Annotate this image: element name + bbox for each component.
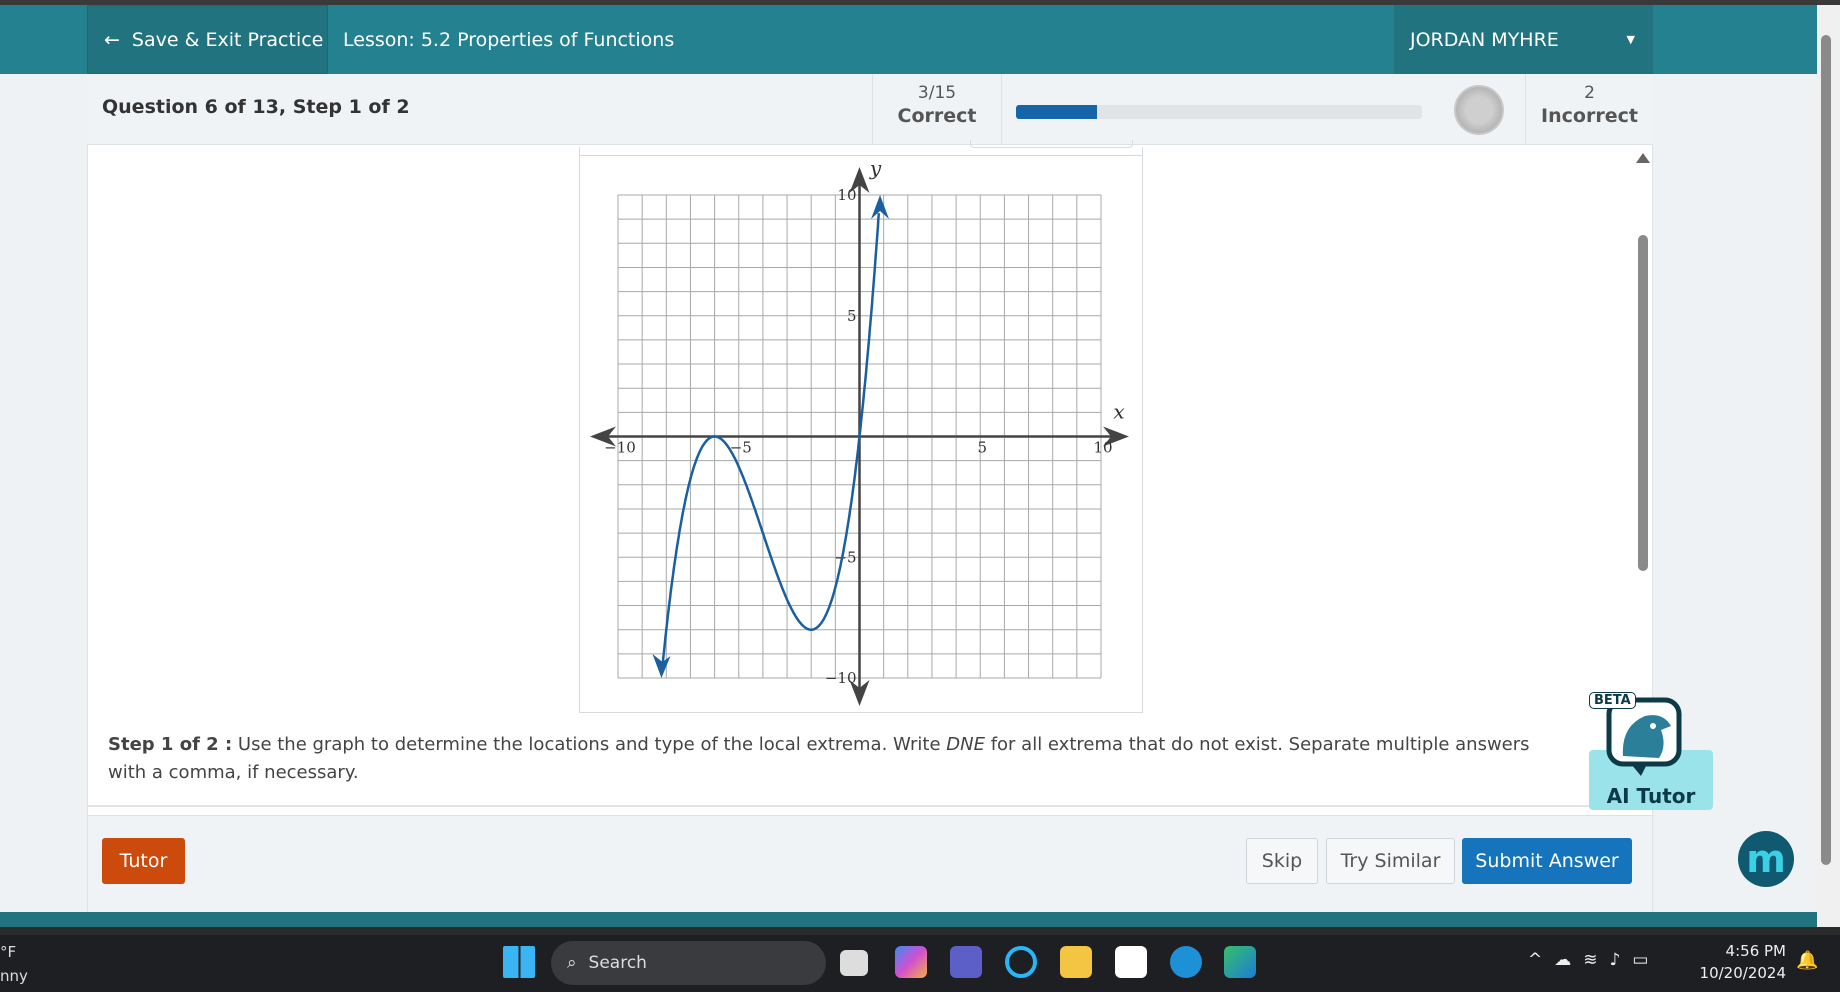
medal-icon: [1454, 85, 1504, 135]
submit-answer-button[interactable]: Submit Answer: [1462, 838, 1632, 884]
battery-icon: ▭: [1632, 950, 1661, 970]
caret-down-icon: ▼: [1626, 33, 1635, 46]
copilot-icon[interactable]: [895, 946, 927, 978]
onedrive-icon: ☁: [1554, 950, 1584, 970]
beta-badge: BETA: [1589, 692, 1636, 709]
dne-term: DNE: [946, 734, 985, 755]
y-tick-label: −10: [825, 669, 857, 687]
save-exit-button[interactable]: ← Save & Exit Practice: [87, 5, 328, 74]
incorrect-score: 2 Incorrect: [1525, 74, 1653, 144]
chevron-up-icon: ^: [1528, 950, 1555, 970]
search-icon: ⌕: [567, 953, 577, 973]
x-axis-label: x: [1113, 400, 1124, 424]
skip-button[interactable]: Skip: [1246, 838, 1318, 884]
date: 10/20/2024: [1699, 964, 1786, 982]
y-tick-label: 5: [847, 307, 857, 325]
tutor-button[interactable]: Tutor: [102, 838, 185, 884]
y-tick-label: −5: [834, 548, 856, 566]
function-graph: −10 −5 5 10105−5−10xy: [590, 156, 1129, 706]
question-counter: Question 6 of 13, Step 1 of 2: [102, 96, 410, 118]
search-label: Search: [588, 953, 647, 973]
weather-condition: nny: [0, 967, 28, 985]
system-tray[interactable]: ^☁≋♪▭: [1528, 950, 1660, 970]
y-axis-label: y: [869, 156, 882, 180]
wifi-icon: ≋: [1583, 950, 1610, 970]
ai-tutor-button[interactable]: BETA AI Tutor: [1589, 692, 1713, 810]
volume-icon: ♪: [1609, 950, 1633, 970]
teams-icon[interactable]: [950, 946, 982, 978]
notification-bell-icon[interactable]: 🔔: [1796, 950, 1818, 971]
x-tick-label: 10: [1093, 439, 1112, 457]
weather-temp: °F: [0, 943, 17, 961]
task-view-icon[interactable]: [840, 950, 868, 976]
file-explorer-icon[interactable]: [1060, 946, 1092, 978]
step-instructions: Step 1 of 2 : Use the graph to determine…: [108, 731, 1568, 787]
page-scrollbar[interactable]: [1821, 35, 1831, 865]
time: 4:56 PM: [1725, 942, 1786, 960]
lesson-title: Lesson: 5.2 Properties of Functions: [343, 28, 675, 51]
edge-icon[interactable]: [1224, 946, 1256, 978]
step-label: Step 1 of 2 :: [108, 734, 233, 755]
correct-score: 3/15 Correct: [872, 74, 1002, 144]
try-similar-button[interactable]: Try Similar: [1326, 838, 1455, 884]
x-tick-label: 5: [977, 439, 987, 457]
y-tick-label: 10: [837, 186, 856, 204]
taskbar-search[interactable]: ⌕ Search: [551, 941, 826, 985]
correct-count: 3/15: [917, 83, 957, 103]
help-icon[interactable]: [1170, 946, 1202, 978]
clock[interactable]: 4:56 PM 10/20/2024: [1690, 940, 1786, 984]
bottom-bar: [0, 912, 1817, 927]
curve-arrow-up: [871, 195, 890, 219]
progress-bar: [1016, 105, 1422, 119]
cortana-icon[interactable]: [1005, 946, 1037, 978]
progress-fill: [1016, 105, 1098, 119]
user-menu[interactable]: JORDAN MYHRE ▼: [1394, 5, 1653, 74]
function-curve: [660, 213, 881, 672]
scroll-up-icon[interactable]: [1636, 153, 1650, 163]
step-text: Use the graph to determine the locations…: [232, 734, 947, 755]
windows-start-icon[interactable]: [503, 946, 535, 978]
user-name: JORDAN MYHRE: [1410, 28, 1559, 51]
incorrect-count: 2: [1584, 83, 1595, 103]
curve-arrow-down: [652, 654, 671, 678]
ai-tutor-label: AI Tutor: [1606, 784, 1696, 808]
save-exit-label: Save & Exit Practice: [131, 28, 324, 51]
m-logo-button[interactable]: m: [1738, 831, 1794, 887]
x-tick-label: −10: [604, 439, 636, 457]
correct-label: Correct: [897, 105, 977, 127]
weather-widget[interactable]: °F nny: [0, 940, 28, 988]
divider: [87, 805, 1653, 807]
store-icon[interactable]: [1115, 946, 1147, 978]
incorrect-label: Incorrect: [1541, 105, 1638, 127]
window-bottom-edge: [0, 927, 1840, 935]
arrow-left-icon: ←: [104, 28, 120, 51]
inner-scrollbar[interactable]: [1638, 235, 1648, 571]
